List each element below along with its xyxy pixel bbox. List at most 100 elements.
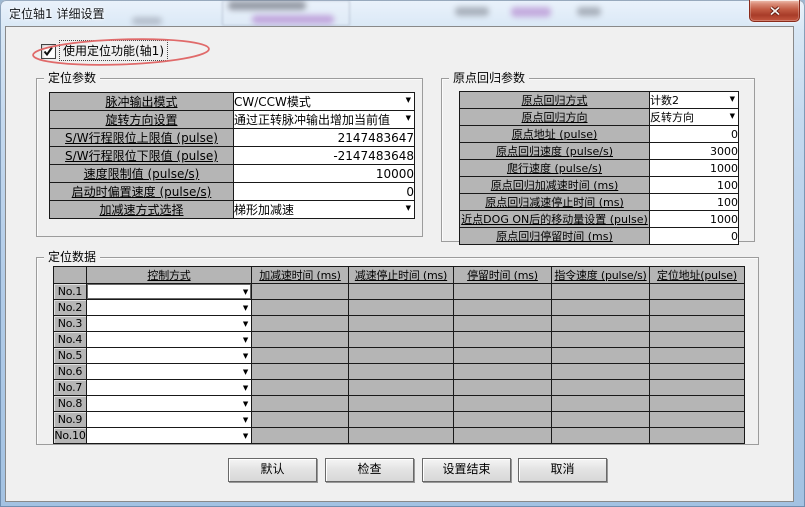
- origin-return-param-label: 原点回归加减速时间 (ms): [460, 177, 650, 194]
- origin-return-param-value-field[interactable]: 3000: [650, 143, 739, 160]
- data-cell-disabled: [349, 380, 454, 396]
- data-cell-disabled: [454, 316, 552, 332]
- control-method-dropdown[interactable]: ▼: [87, 316, 252, 332]
- origin-return-param-value-field[interactable]: 1000: [650, 160, 739, 177]
- dropdown-value: 通过正转脉冲输出增加当前值: [234, 113, 390, 127]
- dropdown-arrow-icon: ▼: [730, 109, 738, 123]
- positioning-param-row: S/W行程限位上限值 (pulse)2147483647: [50, 129, 415, 147]
- origin-return-param-value-field[interactable]: 100: [650, 194, 739, 211]
- dropdown-arrow-icon: ▼: [406, 111, 414, 125]
- data-cell-disabled: [252, 380, 349, 396]
- data-cell-disabled: [349, 428, 454, 444]
- data-cell-disabled: [454, 300, 552, 316]
- data-cell-disabled: [252, 396, 349, 412]
- title-bar[interactable]: 定位轴1 详细设置: [0, 0, 805, 26]
- background-blur-blob: [252, 15, 334, 24]
- use-positioning-checkbox-label[interactable]: 使用定位功能(轴1): [59, 40, 168, 61]
- data-row: No.7▼: [54, 380, 745, 396]
- origin-return-param-value-field[interactable]: 0: [650, 228, 739, 245]
- positioning-param-row: 旋转方向设置 ▼ 通过正转脉冲输出增加当前值: [50, 111, 415, 129]
- data-cell-disabled: [552, 396, 650, 412]
- dropdown-value: 反转方向: [650, 111, 694, 124]
- dropdown-value: 梯形加减速: [234, 203, 294, 217]
- origin-return-param-value-field[interactable]: 1000: [650, 211, 739, 228]
- control-method-dropdown[interactable]: ▼: [87, 300, 252, 316]
- positioning-param-row: 加减速方式选择▼梯形加减速: [50, 201, 415, 219]
- data-row-header: No.5: [54, 348, 87, 364]
- control-method-dropdown[interactable]: ▼: [87, 428, 252, 444]
- dropdown-value: 计数2: [650, 94, 679, 107]
- group-positioning-data: 定位数据 控制方式加减速时间 (ms)减速停止时间 (ms)停留时间 (ms)指…: [36, 257, 759, 445]
- origin-return-param-label: 原点回归停留时间 (ms): [460, 228, 650, 245]
- setting-end-button[interactable]: 设置结束: [422, 458, 511, 482]
- origin-return-param-label: 原点回归方向: [460, 109, 650, 126]
- dialog-client-area: 使用定位功能(轴1) 定位参数 脉冲输出模式▼CW/CCW模式旋转方向设置▼通过…: [5, 26, 794, 502]
- dropdown-arrow-icon: ▼: [243, 349, 251, 363]
- control-method-dropdown[interactable]: ▼: [87, 412, 252, 428]
- data-cell-disabled: [650, 316, 745, 332]
- data-row: No.2▼: [54, 300, 745, 316]
- data-cell-disabled: [552, 364, 650, 380]
- control-method-dropdown[interactable]: ▼: [87, 380, 252, 396]
- control-method-dropdown[interactable]: ▼: [87, 348, 252, 364]
- data-column-header: 定位地址(pulse): [650, 267, 745, 284]
- dropdown-arrow-icon: ▼: [243, 397, 251, 411]
- data-row-header: No.8: [54, 396, 87, 412]
- data-cell-disabled: [650, 428, 745, 444]
- data-cell-disabled: [252, 412, 349, 428]
- positioning-param-value-field[interactable]: 2147483647: [234, 129, 415, 147]
- positioning-param-dropdown[interactable]: ▼梯形加减速: [234, 201, 415, 219]
- data-cell-disabled: [349, 396, 454, 412]
- origin-return-param-row: 近点DOG ON后的移动量设置 (pulse)1000: [460, 211, 739, 228]
- data-cell-disabled: [454, 364, 552, 380]
- data-cell-disabled: [552, 316, 650, 332]
- close-button[interactable]: [749, 0, 800, 22]
- origin-return-param-label: 近点DOG ON后的移动量设置 (pulse): [460, 211, 650, 228]
- default-button[interactable]: 默认: [228, 458, 317, 482]
- data-row: No.8 ▼: [54, 396, 745, 412]
- positioning-param-value-field[interactable]: -2147483648: [234, 147, 415, 165]
- data-cell-disabled: [552, 380, 650, 396]
- data-cell-disabled: [252, 428, 349, 444]
- data-cell-disabled: [650, 412, 745, 428]
- positioning-param-label: 旋转方向设置: [50, 111, 234, 129]
- positioning-param-dropdown[interactable]: ▼ 通过正转脉冲输出增加当前值: [234, 111, 415, 129]
- cancel-button[interactable]: 取消: [518, 458, 607, 482]
- control-method-dropdown[interactable]: ▼: [87, 364, 252, 380]
- data-column-header: 指令速度 (pulse/s): [552, 267, 650, 284]
- data-cell-disabled: [252, 300, 349, 316]
- check-button[interactable]: 检查: [325, 458, 414, 482]
- data-row-header: No.4: [54, 332, 87, 348]
- dropdown-arrow-icon: ▼: [406, 93, 414, 107]
- data-cell-disabled: [252, 348, 349, 364]
- positioning-param-label: 脉冲输出模式: [50, 93, 234, 111]
- origin-return-param-label: 原点地址 (pulse): [460, 126, 650, 143]
- data-cell-disabled: [454, 380, 552, 396]
- data-cell-disabled: [454, 428, 552, 444]
- origin-return-param-value-field[interactable]: 100: [650, 177, 739, 194]
- positioning-param-dropdown[interactable]: ▼CW/CCW模式: [234, 93, 415, 111]
- data-cell-disabled: [454, 412, 552, 428]
- data-cell-disabled: [252, 364, 349, 380]
- origin-return-param-dropdown[interactable]: ▼ 反转方向: [650, 109, 739, 126]
- origin-return-param-value-field[interactable]: 0: [650, 126, 739, 143]
- data-cell-disabled: [552, 412, 650, 428]
- group-origin-return-params: 原点回归参数 原点回归方式▼计数2原点回归方向▼反转方向原点地址 (pulse)…: [441, 78, 755, 242]
- check-icon: [42, 45, 55, 58]
- control-method-dropdown[interactable]: ▼: [87, 332, 252, 348]
- use-positioning-checkbox[interactable]: [41, 44, 56, 59]
- data-header-row: 控制方式加减速时间 (ms)减速停止时间 (ms)停留时间 (ms)指令速度 (…: [54, 267, 745, 284]
- dropdown-arrow-icon: ▼: [243, 429, 251, 443]
- data-cell-disabled: [552, 348, 650, 364]
- control-method-dropdown[interactable]: ▼: [87, 284, 252, 300]
- data-row: No.1▼: [54, 284, 745, 300]
- window-title: 定位轴1 详细设置: [9, 5, 104, 22]
- origin-return-param-row: 爬行速度 (pulse/s)1000: [460, 160, 739, 177]
- origin-return-param-dropdown[interactable]: ▼计数2: [650, 92, 739, 109]
- positioning-param-value-field[interactable]: 10000: [234, 165, 415, 183]
- positioning-param-value-field[interactable]: 0: [234, 183, 415, 201]
- dropdown-arrow-icon: ▼: [243, 333, 251, 347]
- control-method-dropdown[interactable]: ▼: [87, 396, 252, 412]
- positioning-param-row: 速度限制值 (pulse/s)10000: [50, 165, 415, 183]
- positioning-param-label: 启动时偏置速度 (pulse/s): [50, 183, 234, 201]
